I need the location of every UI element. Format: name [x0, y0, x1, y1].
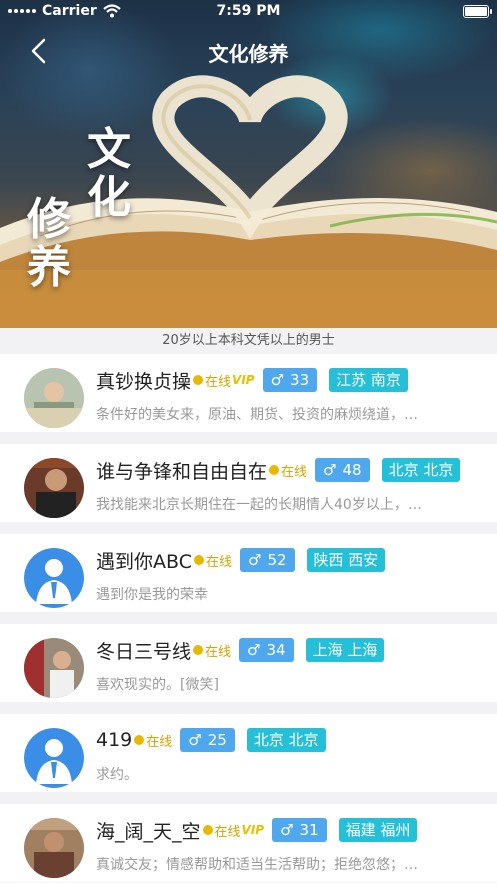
page-title: 文化修养 — [208, 42, 289, 66]
male-icon: ♂ — [247, 641, 261, 659]
male-icon: ♂ — [323, 461, 337, 479]
age-badge: ♂ 33 — [262, 368, 318, 392]
city-badge: 陕西 西安 — [306, 548, 386, 572]
age-value: 33 — [290, 371, 310, 389]
vip-badge-icon: VIP — [232, 373, 255, 387]
age-value: 25 — [207, 731, 227, 749]
hero-title-line1: 文化 — [87, 124, 131, 223]
list-item[interactable]: 419 在线 ♂ 25 北京 北京求约。 — [0, 714, 497, 792]
avatar[interactable] — [24, 728, 84, 788]
online-label: 在线 — [205, 554, 232, 570]
online-dot-icon — [193, 555, 204, 565]
user-name: 遇到你ABC — [96, 550, 192, 573]
age-badge: ♂ 34 — [239, 638, 294, 662]
city-badge: 上海 上海 — [305, 638, 385, 662]
avatar[interactable] — [24, 818, 84, 878]
online-dot-icon — [269, 465, 280, 475]
online-status: 在线 — [269, 461, 307, 480]
user-name: 419 — [96, 729, 133, 751]
male-icon: ♂ — [270, 371, 285, 389]
online-label: 在线 — [205, 644, 232, 660]
male-icon: ♂ — [280, 821, 294, 839]
user-description: 条件好的美女来，原油、期货、投资的麻烦绕道，… — [96, 407, 418, 423]
user-description: 遇到你是我的荣幸 — [96, 587, 208, 603]
age-value: 52 — [267, 551, 287, 569]
online-status: 在线 — [134, 731, 172, 750]
user-name: 谁与争锋和自由自在 — [96, 460, 268, 483]
online-dot-icon — [193, 375, 204, 385]
online-label: 在线 — [281, 464, 308, 480]
age-value: 48 — [342, 461, 362, 479]
list-item[interactable]: 冬日三号线 在线 ♂ 34 上海 上海喜欢现实的。[微笑] — [0, 624, 497, 702]
avatar[interactable] — [24, 548, 84, 608]
status-bar: Carrier 7:59 PM — [0, 0, 497, 24]
city-badge: 福建 福州 — [338, 818, 418, 842]
vip-badge-icon: VIP — [241, 823, 265, 837]
city-badge: 北京 北京 — [381, 458, 461, 482]
age-badge: ♂ 31 — [272, 818, 327, 842]
online-label: 在线 — [205, 374, 232, 390]
user-description: 求约。 — [96, 767, 138, 783]
nav-bar: 文化修养 — [0, 24, 497, 76]
online-label: 在线 — [214, 824, 241, 840]
list-item[interactable]: 遇到你ABC 在线 ♂ 52 陕西 西安遇到你是我的荣幸 — [0, 534, 497, 612]
online-status: 在线 — [193, 641, 231, 660]
online-status: 在线 — [202, 821, 241, 840]
age-badge: ♂ 48 — [315, 458, 370, 482]
user-name: 真钞换贞操 — [96, 370, 192, 393]
list-subtitle: 20岁以上本科文凭以上的男士 — [0, 328, 497, 354]
city-badge: 北京 北京 — [246, 728, 326, 752]
hero-title-line2: 修养 — [27, 194, 71, 293]
age-value: 34 — [266, 641, 286, 659]
user-name: 冬日三号线 — [96, 640, 192, 663]
age-badge: ♂ 25 — [180, 728, 235, 752]
age-value: 31 — [299, 821, 319, 839]
user-name: 海_阔_天_空 — [96, 820, 201, 843]
avatar[interactable] — [24, 368, 84, 428]
male-icon: ♂ — [247, 551, 262, 569]
online-dot-icon — [193, 645, 204, 655]
user-description: 真诚交友；情感帮助和适当生活帮助；拒绝忽悠；… — [96, 857, 418, 873]
age-badge: ♂ 52 — [239, 548, 295, 572]
online-dot-icon — [202, 825, 213, 835]
user-description: 我找能来北京长期住在一起的长期情人40岁以上，… — [96, 497, 422, 513]
city-badge: 江苏 南京 — [329, 368, 408, 392]
avatar[interactable] — [24, 638, 84, 698]
status-time: 7:59 PM — [216, 3, 281, 19]
list-item[interactable]: 海_阔_天_空 在线 VIP ♂ 31 福建 福州真诚交友；情感帮助和适当生活帮助；拒绝忽… — [0, 804, 497, 882]
battery-icon — [463, 5, 492, 18]
list-item[interactable]: 真钞换贞操 在线 VIP ♂ 33 江苏 南京条件好的美女来，原油、期货、投资的麻烦绕道，… — [0, 354, 497, 432]
avatar[interactable] — [24, 458, 84, 518]
list-item[interactable]: 谁与争锋和自由自在 在线 ♂ 48 北京 北京我找能来北京长期住在一起的长期情人40岁以… — [0, 444, 497, 522]
online-status: 在线 — [193, 551, 232, 570]
online-label: 在线 — [146, 734, 173, 750]
online-status: 在线 — [193, 371, 231, 390]
online-dot-icon — [134, 735, 145, 745]
male-icon: ♂ — [188, 731, 202, 749]
user-description: 喜欢现实的。[微笑] — [96, 677, 219, 693]
